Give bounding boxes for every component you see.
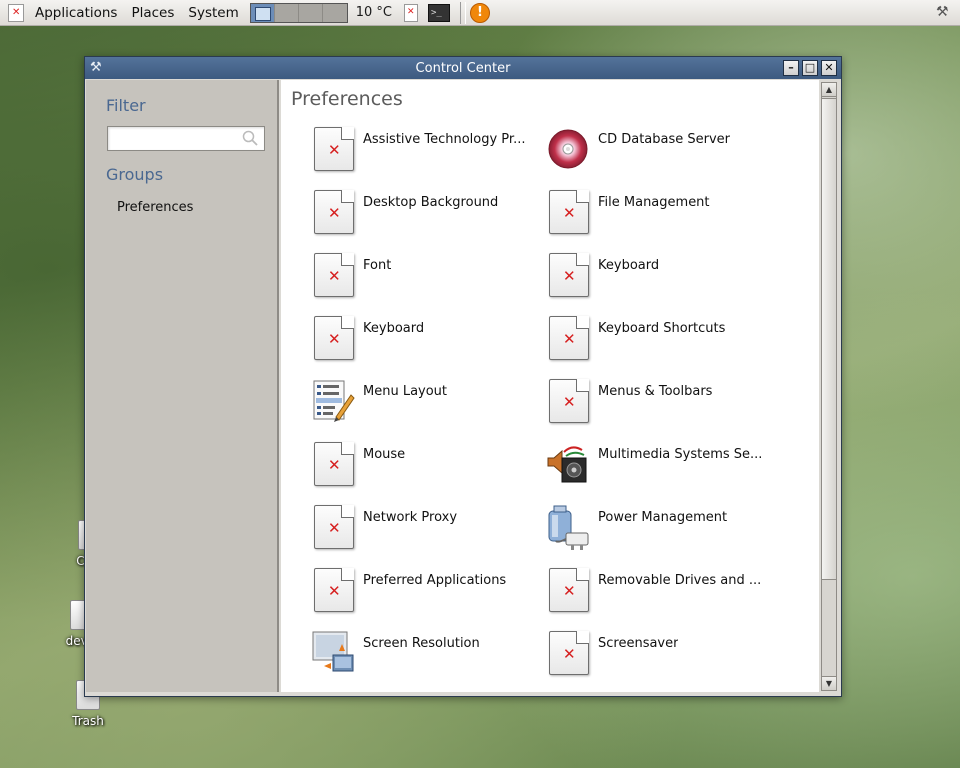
item-font[interactable]: Font	[311, 251, 551, 309]
menu-system[interactable]: System	[181, 5, 245, 21]
item-keyboard-b[interactable]: Keyboard	[311, 314, 551, 372]
item-cd-database-server[interactable]: CD Database Server	[546, 125, 786, 183]
sidebar: Filter Groups Preferences	[86, 80, 279, 692]
window-titlebar[interactable]: ⚒ Control Center – □ ✕	[85, 57, 841, 79]
section-title: Preferences	[291, 88, 403, 110]
item-menus-toolbars[interactable]: Menus & Toolbars	[546, 377, 786, 435]
item-label: Font	[363, 258, 392, 273]
item-label: Keyboard	[363, 321, 425, 336]
cd-icon	[546, 125, 590, 173]
control-center-window: ⚒ Control Center – □ ✕ Filter Groups Pre…	[84, 56, 842, 697]
scroll-down-arrow-icon[interactable]: ▼	[822, 676, 836, 690]
item-removable-drives[interactable]: Removable Drives and ...	[546, 566, 786, 624]
minimize-button[interactable]: –	[783, 60, 799, 76]
item-label: Network Proxy	[363, 510, 458, 525]
broken-image-icon	[311, 188, 355, 236]
workspace-switcher[interactable]	[249, 2, 348, 23]
filter-search-box[interactable]	[107, 126, 265, 151]
menu-places[interactable]: Places	[124, 5, 181, 21]
item-mouse[interactable]: Mouse	[311, 440, 551, 498]
item-keyboard-shortcuts[interactable]: Keyboard Shortcuts	[546, 314, 786, 372]
filter-input[interactable]	[110, 128, 235, 149]
item-label: Keyboard Shortcuts	[598, 321, 726, 336]
item-menu-layout[interactable]: Menu Layout	[311, 377, 551, 435]
broken-image-icon	[311, 251, 355, 299]
broken-image-icon	[311, 503, 355, 551]
item-label: Keyboard	[598, 258, 660, 273]
item-label: Preferred Applications	[363, 573, 507, 588]
item-label: File Management	[598, 195, 710, 210]
workspace-4[interactable]	[322, 3, 347, 22]
workspace-3[interactable]	[298, 3, 323, 22]
workspace-1[interactable]	[250, 3, 275, 22]
item-label: Menu Layout	[363, 384, 448, 399]
broken-image-icon	[546, 566, 590, 614]
item-label: Screensaver	[598, 636, 679, 651]
multimedia-icon	[546, 440, 590, 488]
item-label: Multimedia Systems Se...	[598, 447, 763, 462]
broken-image-icon	[546, 629, 590, 677]
close-button[interactable]: ✕	[821, 60, 837, 76]
broken-image-icon	[311, 125, 355, 173]
group-item-preferences[interactable]: Preferences	[117, 200, 193, 215]
applications-menu-icon[interactable]	[8, 3, 24, 22]
broken-image-icon	[311, 566, 355, 614]
broken-image-icon	[546, 251, 590, 299]
broken-image-icon	[546, 377, 590, 425]
item-preferred-applications[interactable]: Preferred Applications	[311, 566, 551, 624]
item-label: CD Database Server	[598, 132, 731, 147]
panel-separator	[460, 1, 467, 24]
item-label: Desktop Background	[363, 195, 499, 210]
groups-heading: Groups	[106, 165, 164, 184]
screen-resolution-icon	[311, 629, 355, 677]
scroll-up-arrow-icon[interactable]: ▲	[822, 83, 836, 97]
item-keyboard-a[interactable]: Keyboard	[546, 251, 786, 309]
preferences-panel: Preferences Assistive Technology Pr...	[281, 80, 819, 692]
item-label: Power Management	[598, 510, 728, 525]
item-label: Mouse	[363, 447, 406, 462]
broken-image-icon	[546, 188, 590, 236]
broken-image-icon	[546, 314, 590, 362]
item-label: Menus & Toolbars	[598, 384, 713, 399]
item-desktop-background[interactable]: Desktop Background	[311, 188, 551, 246]
item-screensaver[interactable]: Screensaver	[546, 629, 786, 687]
item-multimedia-systems[interactable]: Multimedia Systems Se...	[546, 440, 786, 498]
item-label: Assistive Technology Pr...	[363, 132, 526, 147]
item-assistive-technology[interactable]: Assistive Technology Pr...	[311, 125, 551, 183]
tools-icon[interactable]: ⚒	[936, 4, 952, 20]
scrollbar-thumb[interactable]	[822, 98, 836, 580]
window-menu-icon[interactable]: ⚒	[90, 60, 106, 76]
workspace-2[interactable]	[274, 3, 299, 22]
item-label: Screen Resolution	[363, 636, 480, 651]
menu-applications[interactable]: Applications	[28, 5, 124, 21]
broken-image-icon	[311, 440, 355, 488]
item-network-proxy[interactable]: Network Proxy	[311, 503, 551, 561]
item-power-management[interactable]: Power Management	[546, 503, 786, 561]
filter-heading: Filter	[106, 96, 146, 115]
menu-layout-icon	[311, 377, 355, 425]
vertical-scrollbar[interactable]: ▲ ▼	[821, 82, 837, 691]
terminal-icon[interactable]: >_	[428, 3, 451, 22]
broken-launcher-icon[interactable]	[404, 3, 419, 22]
window-title: Control Center	[415, 60, 511, 76]
update-alert-icon[interactable]: !	[470, 2, 491, 23]
desktop-icon-label: Trash	[72, 714, 104, 728]
power-plug-icon	[546, 503, 590, 551]
item-file-management[interactable]: File Management	[546, 188, 786, 246]
maximize-button[interactable]: □	[802, 60, 818, 76]
broken-image-icon	[311, 314, 355, 362]
search-icon	[242, 130, 258, 146]
item-label: Removable Drives and ...	[598, 573, 762, 588]
item-screen-resolution[interactable]: Screen Resolution	[311, 629, 551, 687]
weather-temperature[interactable]: 10 °C	[348, 5, 400, 20]
top-panel: Applications Places System 10 °C >_ ! ⚒	[0, 0, 960, 26]
